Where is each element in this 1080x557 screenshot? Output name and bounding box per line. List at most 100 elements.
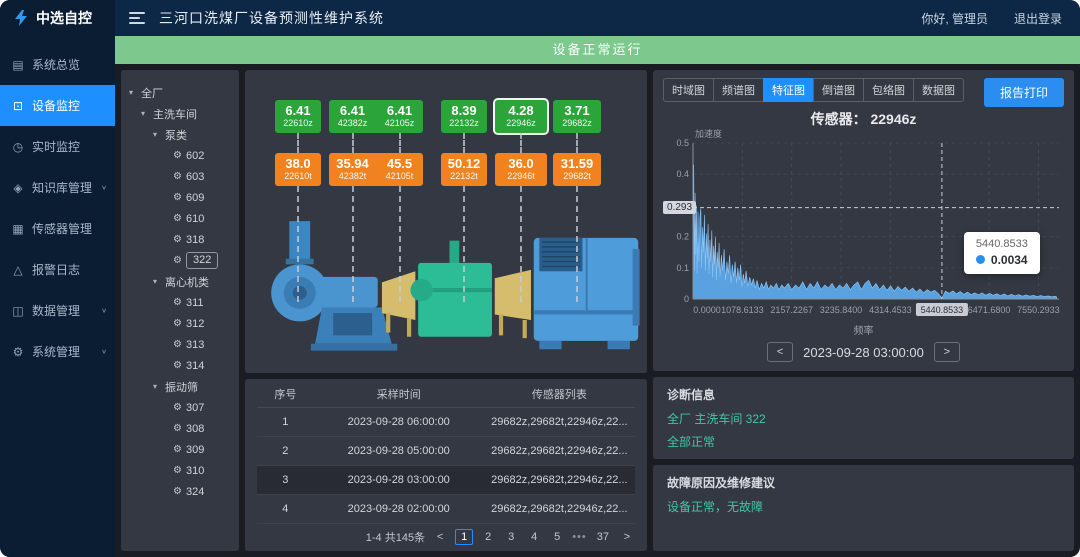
tree-leaf-308[interactable]: ⚙308 <box>129 418 235 439</box>
sidebar-item-设备监控[interactable]: ⊡设备监控 <box>0 85 115 126</box>
table-row[interactable]: 32023-09-28 03:00:0029682z,29682t,22946z… <box>257 466 635 495</box>
sensor-box[interactable]: 6.4122610z <box>275 100 321 133</box>
sensor-box[interactable]: 36.022946t <box>495 153 547 186</box>
pagination-page-5[interactable]: 5 <box>549 530 565 544</box>
pagination-page-3[interactable]: 3 <box>503 530 519 544</box>
tree-leaf-314[interactable]: ⚙314 <box>129 355 235 376</box>
tree-expand-arrow-icon[interactable]: ▾ <box>141 109 149 118</box>
connector-line <box>441 133 487 153</box>
svg-text:5440.8533: 5440.8533 <box>921 305 964 315</box>
tree-leaf-603[interactable]: ⚙603 <box>129 166 235 187</box>
tree-leaf-310[interactable]: ⚙310 <box>129 460 235 481</box>
prev-date-button[interactable]: < <box>767 342 793 362</box>
sensor-box[interactable]: 35.9442382t45.542105t <box>329 153 423 186</box>
sidebar-item-label: 传感器管理 <box>32 220 92 237</box>
dashed-connector <box>553 186 601 302</box>
tree-leaf-322[interactable]: ⚙322 <box>129 250 235 271</box>
pagination-page-2[interactable]: 2 <box>480 530 496 544</box>
sensor-box[interactable]: 8.3922132z <box>441 100 487 133</box>
sidebar-item-系统管理[interactable]: ⚙系统管理∨ <box>0 331 115 372</box>
tree-expand-arrow-icon[interactable]: ▾ <box>153 382 161 391</box>
sensor-value: 6.41 <box>380 103 419 118</box>
dashed-connector <box>441 186 487 302</box>
sensor-id: 42105t <box>380 171 419 182</box>
sensor-box[interactable]: 50.1222132t <box>441 153 487 186</box>
tree-node-主洗车间[interactable]: ▾主洗车间 <box>129 103 235 124</box>
sensor-box[interactable]: 31.5929682t <box>553 153 601 186</box>
tree-node-label: 313 <box>186 339 204 351</box>
sidebar-item-数据管理[interactable]: ◫数据管理∨ <box>0 290 115 331</box>
tab-数据图[interactable]: 数据图 <box>913 78 964 102</box>
sidebar-item-label: 知识库管理 <box>32 179 92 196</box>
pagination-page-4[interactable]: 4 <box>526 530 542 544</box>
tree-leaf-311[interactable]: ⚙311 <box>129 292 235 313</box>
sidebar-item-系统总览[interactable]: ▤系统总览 <box>0 44 115 85</box>
tab-时域图[interactable]: 时域图 <box>663 78 714 102</box>
print-report-button[interactable]: 报告打印 <box>984 78 1064 107</box>
tree-leaf-307[interactable]: ⚙307 <box>129 397 235 418</box>
table-row[interactable]: 12023-09-28 06:00:0029682z,29682t,22946z… <box>257 408 635 437</box>
sensor-reading-42382z: 6.4142382z <box>329 103 376 129</box>
svg-text:4314.4533: 4314.4533 <box>869 305 912 315</box>
sidebar-item-label: 系统总览 <box>32 56 80 73</box>
series-dot-icon <box>976 255 985 264</box>
tree-expand-arrow-icon[interactable]: ▾ <box>153 130 161 139</box>
main-area: 设备正常运行 ▾全厂▾主洗车间▾泵类⚙602⚙603⚙609⚙610⚙318⚙3… <box>115 36 1080 557</box>
tree-leaf-324[interactable]: ⚙324 <box>129 481 235 502</box>
col-header-time: 采样时间 <box>314 386 484 402</box>
tree-expand-arrow-icon[interactable]: ▾ <box>129 88 137 97</box>
tab-频谱图[interactable]: 频谱图 <box>713 78 764 102</box>
tree-node-全厂[interactable]: ▾全厂 <box>129 82 235 103</box>
tree-node-label: 307 <box>186 402 204 414</box>
sidebar-item-知识库管理[interactable]: ◈知识库管理∨ <box>0 167 115 208</box>
logout-link[interactable]: 退出登录 <box>1014 10 1062 27</box>
table-row[interactable]: 42023-09-28 02:00:0029682z,29682t,22946z… <box>257 495 635 524</box>
sensor-group-42382z: 6.4142382z6.4142105z 35.9442382t45.542105… <box>329 100 423 302</box>
sensor-id: 42382z <box>333 118 372 129</box>
pagination-next[interactable]: > <box>619 530 635 544</box>
cell-index: 1 <box>257 416 314 428</box>
pagination-page-37[interactable]: 37 <box>594 530 612 544</box>
spectrum-chart[interactable]: 00.10.20.40.50.00001078.61332157.2267323… <box>663 129 1064 336</box>
tree-leaf-309[interactable]: ⚙309 <box>129 439 235 460</box>
tree-node-振动筛[interactable]: ▾振动筛 <box>129 376 235 397</box>
tree-leaf-609[interactable]: ⚙609 <box>129 187 235 208</box>
next-date-button[interactable]: > <box>934 342 960 362</box>
date-navigator: < 2023-09-28 03:00:00 > <box>663 337 1064 367</box>
tree-node-label: 309 <box>186 444 204 456</box>
tree-node-泵类[interactable]: ▾泵类 <box>129 124 235 145</box>
tree-leaf-318[interactable]: ⚙318 <box>129 229 235 250</box>
pagination-prev[interactable]: < <box>432 530 448 544</box>
tab-包络图[interactable]: 包络图 <box>863 78 914 102</box>
pagination-page-1[interactable]: 1 <box>455 529 473 545</box>
sidebar-item-报警日志[interactable]: △报警日志 <box>0 249 115 290</box>
tree-expand-arrow-icon[interactable]: ▾ <box>153 277 161 286</box>
tree-leaf-312[interactable]: ⚙312 <box>129 313 235 334</box>
dashed-connector <box>275 186 321 302</box>
sensor-box[interactable]: 3.7129682z <box>553 100 601 133</box>
diagnosis-location[interactable]: 全厂 主洗车间 322 <box>667 410 1060 427</box>
sensor-value: 50.12 <box>445 156 483 171</box>
sensor-box[interactable]: 38.022610t <box>275 153 321 186</box>
sensor-value: 6.41 <box>333 103 372 118</box>
tree-leaf-602[interactable]: ⚙602 <box>129 145 235 166</box>
tab-特征图[interactable]: 特征图 <box>763 78 814 102</box>
sensor-box[interactable]: 4.2822946z <box>495 100 547 133</box>
sidebar-item-传感器管理[interactable]: ▦传感器管理 <box>0 208 115 249</box>
sensor-box[interactable]: 6.4142382z6.4142105z <box>329 100 423 133</box>
table-row[interactable]: 22023-09-28 05:00:0029682z,29682t,22946z… <box>257 437 635 466</box>
sensor-reading-29682t: 31.5929682t <box>553 156 601 182</box>
tree-node-离心机类[interactable]: ▾离心机类 <box>129 271 235 292</box>
tab-倒谱图[interactable]: 倒谱图 <box>813 78 864 102</box>
collapse-menu-icon[interactable] <box>129 12 145 24</box>
dashed-connector <box>495 186 547 302</box>
sidebar-item-实时监控[interactable]: ◷实时监控 <box>0 126 115 167</box>
connector-line <box>275 133 321 153</box>
fault-advice-panel: 故障原因及维修建议 设备正常，无故障 <box>653 465 1074 551</box>
svg-text:2157.2267: 2157.2267 <box>770 305 813 315</box>
svg-text:0: 0 <box>684 294 689 304</box>
sensor-value: 31.59 <box>557 156 597 171</box>
sensor-reading-22132z: 8.3922132z <box>441 103 487 129</box>
tree-leaf-313[interactable]: ⚙313 <box>129 334 235 355</box>
tree-leaf-610[interactable]: ⚙610 <box>129 208 235 229</box>
